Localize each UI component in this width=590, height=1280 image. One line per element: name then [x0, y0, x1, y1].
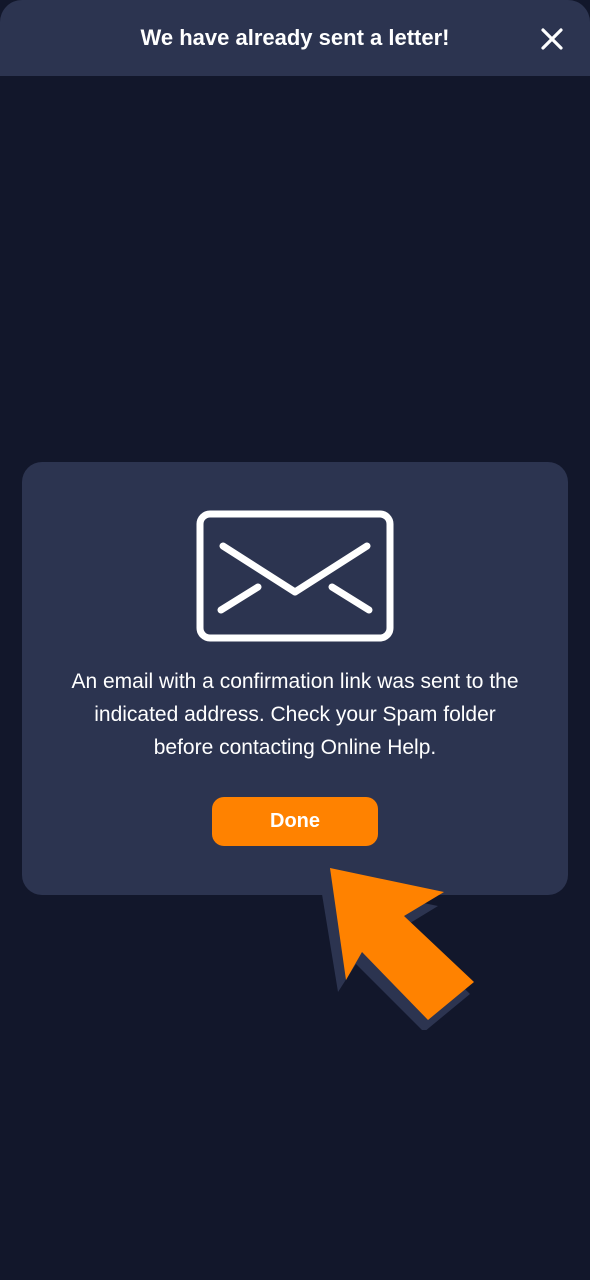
- header-bar: We have already sent a letter!: [0, 0, 590, 76]
- pointer-arrow-icon: [320, 868, 474, 1030]
- done-button[interactable]: Done: [212, 797, 378, 846]
- confirmation-screen: We have already sent a letter! An email …: [0, 0, 590, 1280]
- confirmation-message: An email with a confirmation link was se…: [71, 670, 519, 759]
- confirmation-card: An email with a confirmation link was se…: [22, 462, 568, 895]
- page-title: We have already sent a letter!: [140, 25, 450, 50]
- close-button[interactable]: [532, 20, 572, 60]
- envelope-icon: [196, 510, 394, 642]
- close-icon: [541, 28, 563, 50]
